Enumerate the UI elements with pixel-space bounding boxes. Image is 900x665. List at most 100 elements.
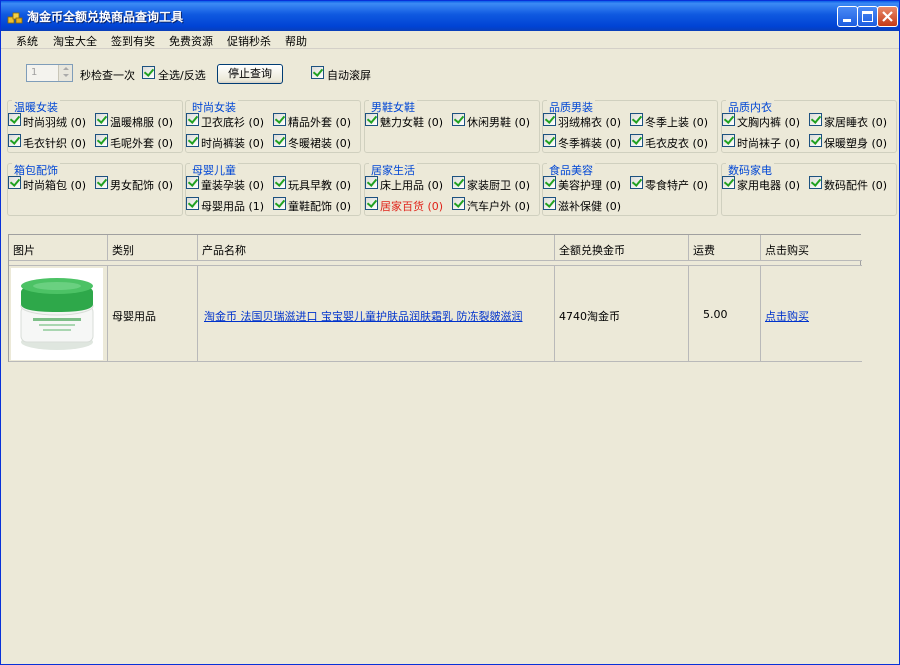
checkbox[interactable] bbox=[809, 176, 822, 189]
menu-free-resources[interactable]: 免费资源 bbox=[169, 33, 213, 49]
checkbox[interactable] bbox=[95, 134, 108, 147]
item-label: 时尚袜子 (0) bbox=[737, 137, 801, 150]
checkbox[interactable] bbox=[543, 176, 556, 189]
item-label: 家装厨卫 (0) bbox=[467, 179, 531, 192]
group-mens: 品质男装 羽绒棉衣 (0) 冬季上装 (0) 冬季裤装 (0) 毛衣皮衣 (0) bbox=[542, 99, 718, 153]
title-bar[interactable]: 淘金币全额兑换商品查询工具 bbox=[1, 1, 899, 31]
checkbox[interactable] bbox=[452, 197, 465, 210]
item-label: 滋补保健 (0) bbox=[558, 200, 622, 213]
group-shoes: 男鞋女鞋 魅力女鞋 (0) 休闲男鞋 (0) bbox=[364, 99, 540, 153]
item-label: 毛呢外套 (0) bbox=[110, 137, 174, 150]
item-label: 毛衣针织 (0) bbox=[23, 137, 87, 150]
item-label: 男女配饰 (0) bbox=[110, 179, 174, 192]
interval-spinner[interactable]: 1 bbox=[26, 64, 73, 82]
toolbar: 1 秒检查一次 全选/反选 停止查询 自动滚屏 bbox=[1, 61, 899, 85]
menu-system[interactable]: 系统 bbox=[16, 33, 38, 49]
item-label: 魅力女鞋 (0) bbox=[380, 116, 444, 129]
checkbox[interactable] bbox=[365, 113, 378, 126]
column-header-category[interactable]: 类别 bbox=[108, 235, 198, 261]
item-label: 保暖塑身 (0) bbox=[824, 137, 888, 150]
checkbox[interactable] bbox=[452, 176, 465, 189]
checkbox[interactable] bbox=[273, 113, 286, 126]
column-header-product-name[interactable]: 产品名称 bbox=[198, 235, 555, 261]
header-label: 图片 bbox=[13, 244, 35, 257]
checkbox[interactable] bbox=[186, 134, 199, 147]
checkbox[interactable] bbox=[273, 197, 286, 210]
checkbox[interactable] bbox=[722, 134, 735, 147]
item-label: 时尚羽绒 (0) bbox=[23, 116, 87, 129]
checkbox[interactable] bbox=[630, 113, 643, 126]
item-label: 汽车户外 (0) bbox=[467, 200, 531, 213]
checkbox[interactable] bbox=[543, 197, 556, 210]
item-label: 数码配件 (0) bbox=[824, 179, 888, 192]
category-text: 母婴用品 bbox=[112, 310, 156, 323]
item-label: 美容护理 (0) bbox=[558, 179, 622, 192]
spin-down-icon[interactable] bbox=[63, 74, 69, 77]
item-label: 童装孕装 (0) bbox=[201, 179, 265, 192]
checkbox[interactable] bbox=[95, 113, 108, 126]
item-label: 家居睡衣 (0) bbox=[824, 116, 888, 129]
checkbox[interactable] bbox=[722, 176, 735, 189]
row-divider bbox=[9, 361, 862, 362]
product-name-link[interactable]: 淘金币 法国贝瑞滋进口 宝宝婴儿童护肤品润肤霜乳 防冻裂皴滋润 bbox=[204, 308, 523, 324]
column-header-buy[interactable]: 点击购买 bbox=[761, 235, 862, 261]
cell-image bbox=[9, 266, 108, 362]
app-window: 淘金币全额兑换商品查询工具 系统 淘宝大全 签到有奖 免费资源 促销秒杀 帮助 … bbox=[0, 0, 900, 665]
checkbox[interactable] bbox=[630, 134, 643, 147]
menu-bar: 系统 淘宝大全 签到有奖 免费资源 促销秒杀 帮助 bbox=[1, 31, 899, 49]
window-title: 淘金币全额兑换商品查询工具 bbox=[27, 10, 184, 24]
cell-category: 母婴用品 bbox=[108, 266, 198, 362]
menu-flash-sale[interactable]: 促销秒杀 bbox=[227, 33, 271, 49]
header-label: 全额兑换金币 bbox=[559, 244, 625, 257]
app-icon bbox=[7, 12, 23, 24]
checkbox[interactable] bbox=[365, 176, 378, 189]
checkbox[interactable] bbox=[8, 113, 21, 126]
header-label: 类别 bbox=[112, 244, 134, 257]
header-label: 产品名称 bbox=[202, 244, 246, 257]
buy-link[interactable]: 点击购买 bbox=[765, 308, 809, 324]
menu-taobao[interactable]: 淘宝大全 bbox=[53, 33, 97, 49]
checkbox[interactable] bbox=[8, 134, 21, 147]
group-warm-womens: 温暖女装 时尚羽绒 (0) 温暖棉服 (0) 毛衣针织 (0) 毛呢外套 (0) bbox=[7, 99, 183, 153]
menu-checkin[interactable]: 签到有奖 bbox=[111, 33, 155, 49]
item-label: 文胸内裤 (0) bbox=[737, 116, 801, 129]
cell-product-name: 淘金币 法国贝瑞滋进口 宝宝婴儿童护肤品润肤霜乳 防冻裂皴滋润 bbox=[198, 266, 555, 362]
item-label: 休闲男鞋 (0) bbox=[467, 116, 531, 129]
checkbox[interactable] bbox=[273, 176, 286, 189]
checkbox[interactable] bbox=[722, 113, 735, 126]
shipping-text: 5.00 bbox=[703, 308, 728, 321]
checkbox[interactable] bbox=[809, 113, 822, 126]
group-bags: 箱包配饰 时尚箱包 (0) 男女配饰 (0) bbox=[7, 162, 183, 216]
checkbox[interactable] bbox=[365, 197, 378, 210]
close-button[interactable] bbox=[877, 6, 898, 27]
checkbox[interactable] bbox=[186, 176, 199, 189]
spin-up-icon[interactable] bbox=[63, 67, 69, 70]
results-grid[interactable]: 图片 类别 产品名称 全额兑换金币 运费 点击购买 母婴用品 淘金币 法国贝瑞滋… bbox=[8, 234, 862, 362]
item-label: 冬季上装 (0) bbox=[645, 116, 709, 129]
item-label: 冬季裤装 (0) bbox=[558, 137, 622, 150]
checkbox[interactable] bbox=[8, 176, 21, 189]
item-label: 玩具早教 (0) bbox=[288, 179, 352, 192]
checkbox[interactable] bbox=[543, 134, 556, 147]
cell-buy: 点击购买 bbox=[761, 266, 862, 362]
checkbox[interactable] bbox=[630, 176, 643, 189]
checkbox[interactable] bbox=[95, 176, 108, 189]
column-header-coins[interactable]: 全额兑换金币 bbox=[555, 235, 689, 261]
checkbox[interactable] bbox=[186, 197, 199, 210]
stop-query-button[interactable]: 停止查询 bbox=[217, 64, 283, 84]
checkbox[interactable] bbox=[543, 113, 556, 126]
checkbox[interactable] bbox=[452, 113, 465, 126]
menu-help[interactable]: 帮助 bbox=[285, 33, 307, 49]
checkbox[interactable] bbox=[809, 134, 822, 147]
spinner-arrows[interactable] bbox=[58, 65, 72, 81]
column-header-image[interactable]: 图片 bbox=[9, 235, 108, 261]
item-label: 时尚箱包 (0) bbox=[23, 179, 87, 192]
column-header-shipping[interactable]: 运费 bbox=[689, 235, 761, 261]
auto-scroll-checkbox[interactable] bbox=[311, 66, 324, 79]
minimize-button[interactable] bbox=[837, 6, 858, 27]
item-label: 温暖棉服 (0) bbox=[110, 116, 174, 129]
select-all-checkbox[interactable] bbox=[142, 66, 155, 79]
checkbox[interactable] bbox=[186, 113, 199, 126]
checkbox[interactable] bbox=[273, 134, 286, 147]
maximize-button[interactable] bbox=[857, 6, 878, 27]
